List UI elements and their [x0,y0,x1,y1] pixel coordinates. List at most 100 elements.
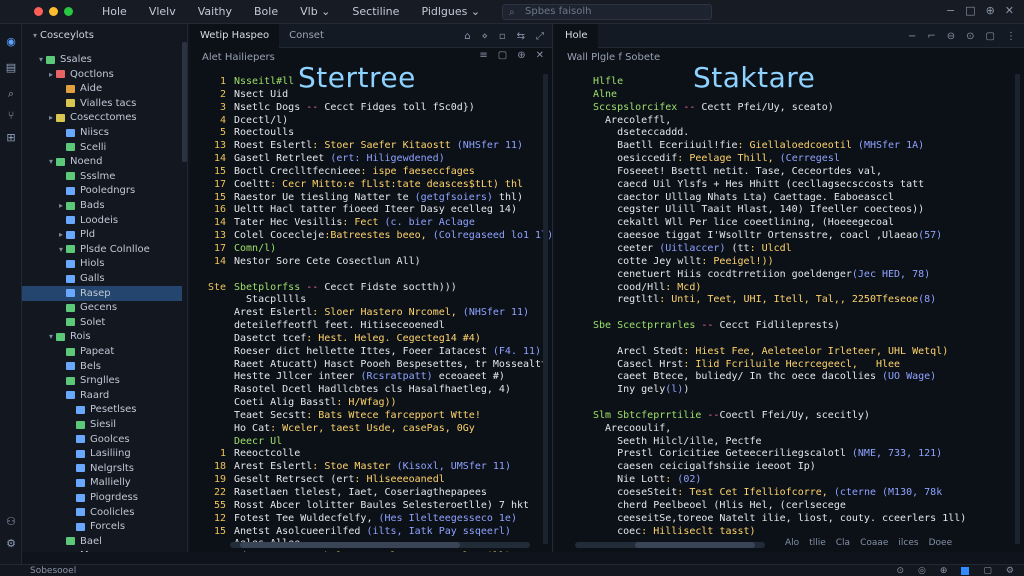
source-control-icon[interactable]: ⑂ [3,108,19,124]
tree-item[interactable]: Raard [22,388,182,403]
code-line[interactable]: Ho Cat: Wceler, taest Usde, casePas, 0Gy [204,423,552,436]
code-line[interactable] [563,397,966,410]
square-icon[interactable]: ▢ [983,566,992,576]
code-line[interactable]: 2 Nsect Uid [204,89,552,102]
search-icon[interactable]: ⌕ [3,86,19,102]
code-line[interactable]: Iny gely(l)) [563,384,966,397]
tree-item[interactable]: Forcels [22,519,182,534]
expand-icon[interactable]: ⤢ [536,31,544,42]
code-line[interactable]: Teaet Secstt: Bats Wtece farcepport Wtte… [204,410,552,423]
tree-item[interactable]: Loodeis [22,213,182,228]
code-line[interactable]: cekaltl Wll Per lice coeetlining, (Hoeee… [563,217,966,230]
code-line[interactable]: Nie Lott: (02) [563,474,966,487]
code-line[interactable]: coec: Hilliseclt tasst) [563,526,966,539]
horizontal-scrollbar-left[interactable] [230,542,530,548]
corner-icon[interactable]: ⌐ [927,31,935,42]
code-line[interactable] [204,269,552,282]
code-line[interactable]: 17 Coeltt: Cecr Mitto:e fLlst:tate deasce… [204,179,552,192]
sync-icon[interactable]: ⊙ [896,566,904,576]
status-left-text[interactable]: Sobesooel [30,566,76,576]
notification-icon[interactable] [961,567,970,575]
tree-item[interactable]: Piogrdess [22,490,182,505]
target-icon[interactable]: ◎ [918,566,926,576]
code-line[interactable]: 13 Colel Cocecleje:Batreestes beeo, (Colr… [204,230,552,243]
home-icon[interactable]: ⌂ [464,31,470,42]
tab-hole[interactable]: Hole [555,24,598,48]
tree-item[interactable]: ▾ Noend [22,154,182,169]
code-line[interactable]: caecd Uil Ylsfs + Hes Hhitt (cecllagsecs… [563,179,966,192]
explorer-header[interactable]: ▾ Cosceylots [22,24,187,46]
code-line[interactable]: Prestl Coricitiee Geteeceriliegscalotl (… [563,448,966,461]
zoom-out-icon[interactable]: ⊖ [947,31,955,42]
tree-item[interactable]: Bael [22,534,182,549]
tree-item[interactable]: ▸ Cosecctomes [22,110,182,125]
menu-item-vlelv[interactable]: Vlelv [138,5,187,18]
close-icon[interactable]: ✕ [536,50,544,61]
more-icon[interactable]: ⋮ [1006,31,1016,42]
code-line[interactable] [563,307,966,320]
tree-item[interactable]: Galls [22,271,182,286]
code-line[interactable]: ceeter (Uitlaccer) (tt: Ulcdl [563,243,966,256]
code-line[interactable]: Sbe Scectprrarles -- Cecct Fidlileprests… [563,320,966,333]
code-line[interactable] [563,333,966,346]
plus-icon[interactable]: ⊕ [517,50,525,61]
tree-item[interactable]: Goolces [22,432,182,447]
tree-item[interactable]: Srnglles [22,373,182,388]
code-line[interactable]: 13 Roest Eslertl: Stoer Saefer Kitaostt (… [204,140,552,153]
toolbar-item[interactable]: Doee [929,538,953,548]
code-line[interactable]: cotte Jey wllt: Peeigel!)) [563,256,966,269]
account-icon[interactable]: ⚇ [3,514,19,530]
tree-item[interactable]: Papeat [22,344,182,359]
maximize-window-button[interactable] [64,7,73,16]
settings-icon[interactable]: ⚙ [3,536,19,552]
code-line[interactable]: Hlfle [563,76,966,89]
code-line[interactable]: Alne [563,89,966,102]
code-line[interactable]: Stacplllls [204,294,552,307]
tree-item[interactable]: ▸ Bads [22,198,182,213]
tree-item[interactable]: ▾ Plsde Colnlloe [22,242,182,257]
tree-item[interactable]: Solet [22,315,182,330]
tree-item[interactable]: Pesetlses [22,402,182,417]
code-line[interactable]: 14 Gasetl Retrleet (ert: Hiligewdened) [204,153,552,166]
code-line[interactable]: Dasetct tcef: Hest. Heleg. Cegecteg14 #4… [204,333,552,346]
code-line[interactable]: Raeet Atucatt) Hasct Pooeh Bespesettes, … [204,359,552,372]
tree-item[interactable]: Bels [22,359,182,374]
app-logo-icon[interactable]: ◉ [3,34,19,50]
code-line[interactable]: 4 Dcectl/l) [204,115,552,128]
code-line[interactable]: cood/Hll: Mcd) [563,282,966,295]
code-line[interactable]: 5 Roectoulls [204,127,552,140]
code-line[interactable]: 16 Ueltt Hacl tatter fioeed Iteer Dasy ec… [204,204,552,217]
tab-conset[interactable]: Conset [279,24,334,48]
menu-item-sectiline[interactable]: Sectiline [341,5,410,18]
tree-item[interactable]: Siesil [22,417,182,432]
code-line[interactable]: Sccspslorcifex -- Cectt Pfei/Uy, sceato) [563,102,966,115]
minimize-icon[interactable]: − [946,4,955,17]
code-line[interactable]: Roeser dict hellette Ittes, Foeer Iatace… [204,346,552,359]
code-line[interactable]: Coeti Alig Basstl: H/Wfag)) [204,397,552,410]
tab-wetip-haspeo[interactable]: Wetip Haspeo [190,24,280,48]
code-line[interactable]: 19 Geselt Retrsect (ert: Hliseeeoanedl [204,474,552,487]
code-line[interactable]: 22 Rasetlaen tlelest, Iaet, Coseriagthepa… [204,487,552,500]
tree-item[interactable]: Lasiliing [22,446,182,461]
account-icon[interactable]: ⊕ [986,4,995,17]
square-icon[interactable]: ▢ [986,31,995,42]
menu-item-bole[interactable]: Bole [243,5,289,18]
tree-item[interactable]: Hiols [22,256,182,271]
target-icon[interactable]: ⊙ [966,31,974,42]
command-search-input[interactable]: ⌕ Spbes faisolh [502,4,712,20]
swap-icon[interactable]: ⇆ [517,31,525,42]
tree-item[interactable]: Coolicles [22,505,182,520]
code-line[interactable]: oesiccedif: Peelage Thill, (Cerregesl [563,153,966,166]
menu-item-hole[interactable]: Hole [91,5,138,18]
code-line[interactable]: deteileffeotfl feet. Hitiseceoenedl [204,320,552,333]
tree-item[interactable]: Gecens [22,300,182,315]
code-line[interactable]: 1 Reeoctcolle [204,448,552,461]
code-line[interactable]: 3 Nsetlc Dogs -- Cecct Fidges toll fSc0d}… [204,102,552,115]
tree-item[interactable]: Vialles tacs [22,96,182,111]
code-editor-right[interactable]: Hlfle Alne Sccspslorcifex -- Cectt Pfei/Uy… [563,76,966,538]
menu-item-pidlgues[interactable]: Pidlgues ⌄ [410,5,491,18]
code-line[interactable]: 17 Comn/l) [204,243,552,256]
code-line[interactable]: Ste Sbetplorfss -- Cecct Fidste soctth))) [204,282,552,295]
code-line[interactable]: 15 Anetst Asolcueerilfed (ilts, Iatk Pay … [204,526,552,539]
toolbar-item[interactable]: tllie [809,538,826,548]
